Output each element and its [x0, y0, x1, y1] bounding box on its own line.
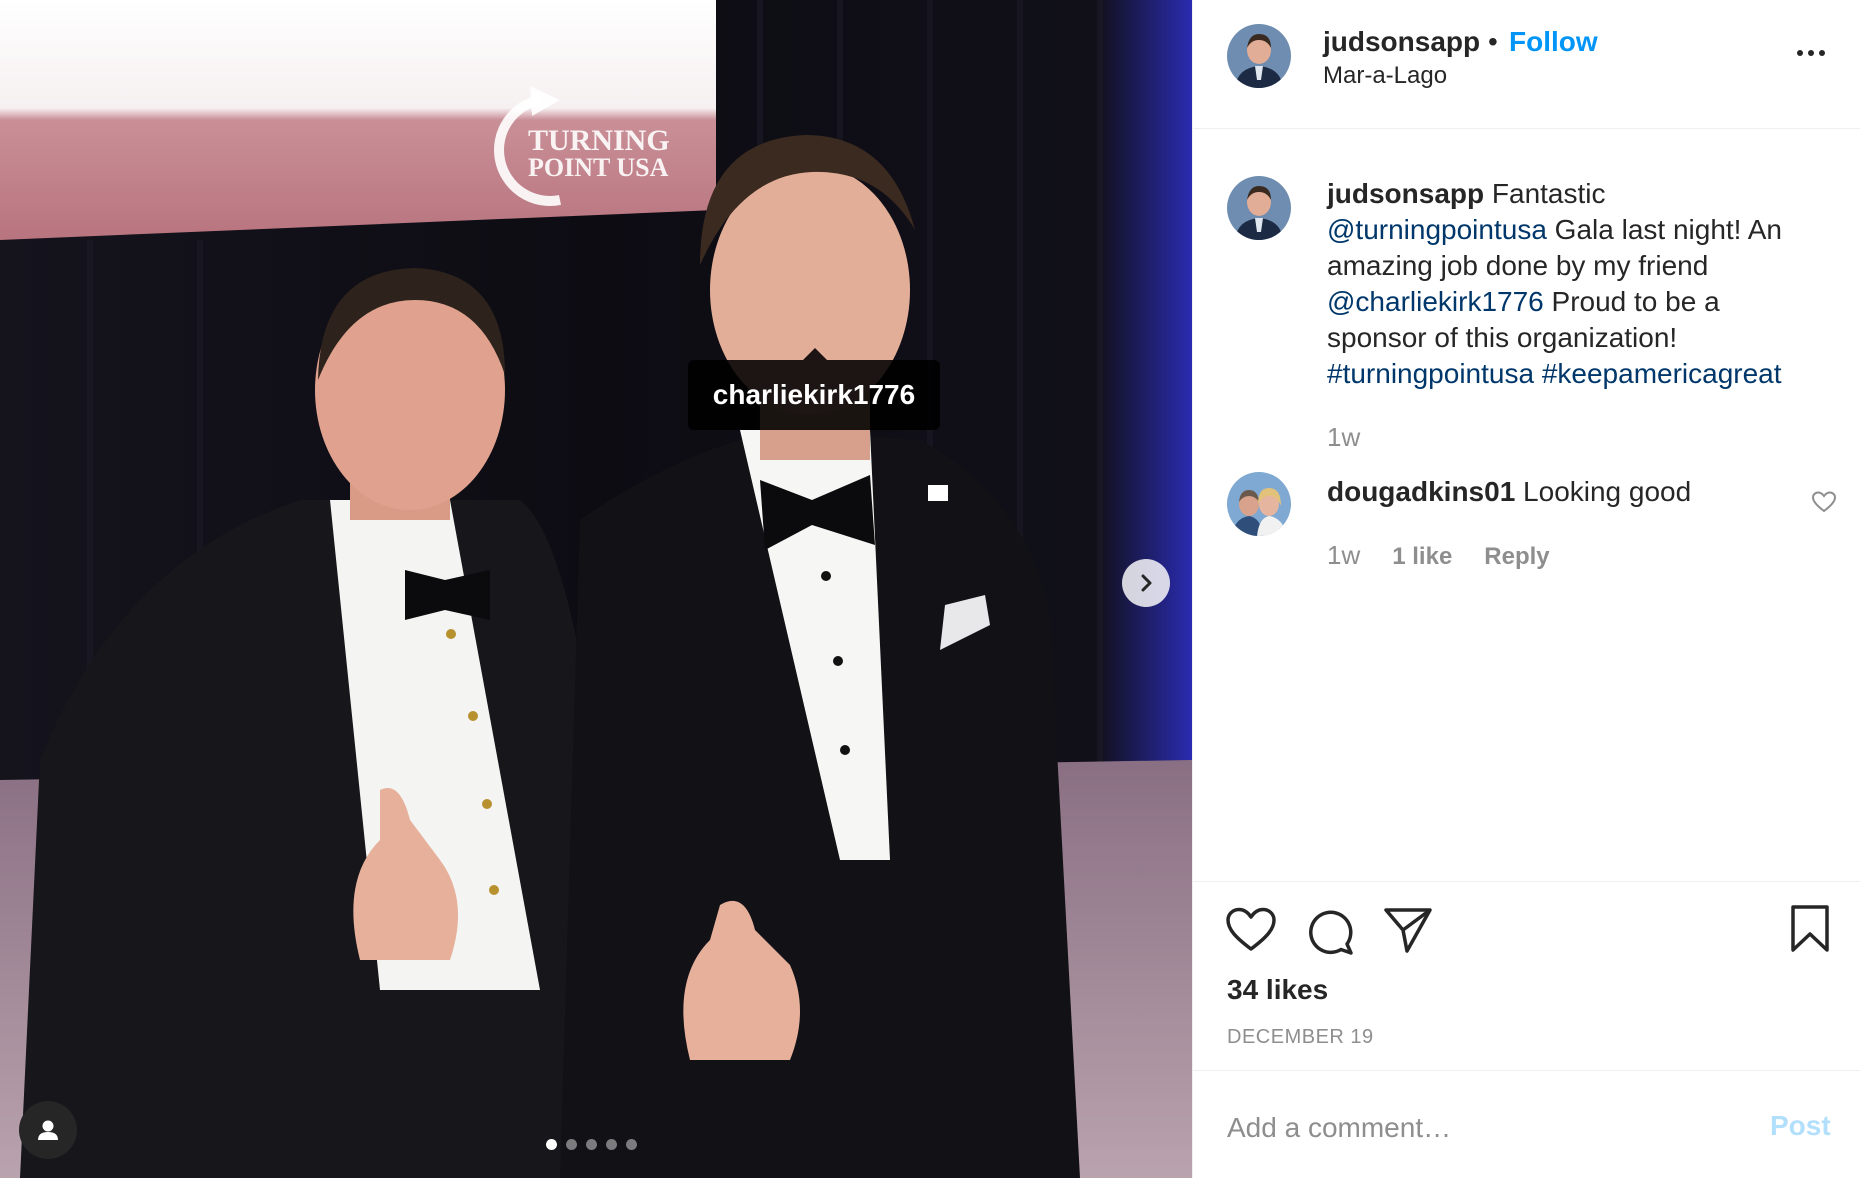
chevron-right-icon — [1141, 574, 1152, 592]
post-comment-button[interactable]: Post — [1770, 1110, 1831, 1142]
hashtag-link[interactable]: #keepamericagreat — [1542, 358, 1782, 389]
avatar-image — [1227, 24, 1291, 88]
comment-item: dougadkins01 Looking good — [1327, 474, 1691, 510]
author-username[interactable]: judsonsapp — [1323, 26, 1480, 58]
more-options-icon[interactable] — [1797, 50, 1825, 56]
user-tag-icon — [38, 1120, 58, 1140]
caption-text: Fantastic — [1484, 178, 1606, 209]
show-tags-button[interactable] — [19, 1101, 77, 1159]
post-date[interactable]: DECEMBER 19 — [1227, 1026, 1374, 1049]
commenter-avatar[interactable] — [1227, 472, 1291, 536]
post-details-panel: judsonsapp • Follow Mar-a-Lago judsonsap… — [1192, 0, 1860, 1178]
carousel-dot — [586, 1139, 597, 1150]
hashtag-link[interactable]: #turningpointusa — [1327, 358, 1534, 389]
comment-text: Looking good — [1515, 476, 1692, 507]
heart-icon[interactable] — [1225, 906, 1277, 954]
photo-illustration: TURNING POINT USA — [0, 0, 1192, 1178]
comment-meta: 1w 1 like Reply — [1327, 540, 1550, 571]
follow-button[interactable]: Follow — [1509, 26, 1598, 58]
comment-timestamp[interactable]: 1w — [1327, 540, 1360, 571]
next-photo-button[interactable] — [1122, 559, 1170, 607]
post-location[interactable]: Mar-a-Lago — [1323, 62, 1447, 90]
carousel-indicator — [546, 1139, 637, 1150]
carousel-dot — [626, 1139, 637, 1150]
mention-link[interactable]: @turningpointusa — [1327, 214, 1547, 245]
svg-text:POINT USA: POINT USA — [528, 153, 669, 182]
carousel-dot — [566, 1139, 577, 1150]
caption-timestamp[interactable]: 1w — [1327, 422, 1360, 453]
divider — [1193, 881, 1860, 882]
post-header: judsonsapp • Follow Mar-a-Lago — [1193, 0, 1860, 129]
avatar-image — [1227, 176, 1291, 240]
tagged-username: charliekirk1776 — [712, 379, 916, 410]
carousel-dot — [546, 1139, 557, 1150]
carousel-dot — [606, 1139, 617, 1150]
comment-icon[interactable] — [1305, 906, 1355, 956]
tagged-user-tooltip[interactable]: charliekirk1776 — [688, 348, 940, 430]
caption-author-avatar[interactable] — [1227, 176, 1291, 240]
reply-button[interactable]: Reply — [1484, 543, 1549, 571]
caption-username[interactable]: judsonsapp — [1327, 178, 1484, 209]
post-caption: judsonsapp Fantastic @turningpointusa Ga… — [1327, 176, 1827, 392]
author-avatar[interactable] — [1227, 24, 1291, 88]
post-photo[interactable]: TURNING POINT USA charliekirk1776 — [0, 0, 1192, 1178]
divider — [1193, 1070, 1860, 1071]
comment-username[interactable]: dougadkins01 — [1327, 476, 1515, 507]
paper-plane-icon[interactable] — [1383, 906, 1433, 954]
mention-link[interactable]: @charliekirk1776 — [1327, 286, 1544, 317]
add-comment-input[interactable] — [1227, 1108, 1727, 1148]
comment-likes[interactable]: 1 like — [1392, 543, 1452, 571]
avatar-image — [1227, 472, 1291, 536]
comment-like-heart-icon[interactable] — [1811, 490, 1837, 514]
header-separator: • — [1488, 26, 1498, 57]
likes-count[interactable]: 34 likes — [1227, 974, 1328, 1006]
bookmark-icon[interactable] — [1789, 904, 1831, 954]
